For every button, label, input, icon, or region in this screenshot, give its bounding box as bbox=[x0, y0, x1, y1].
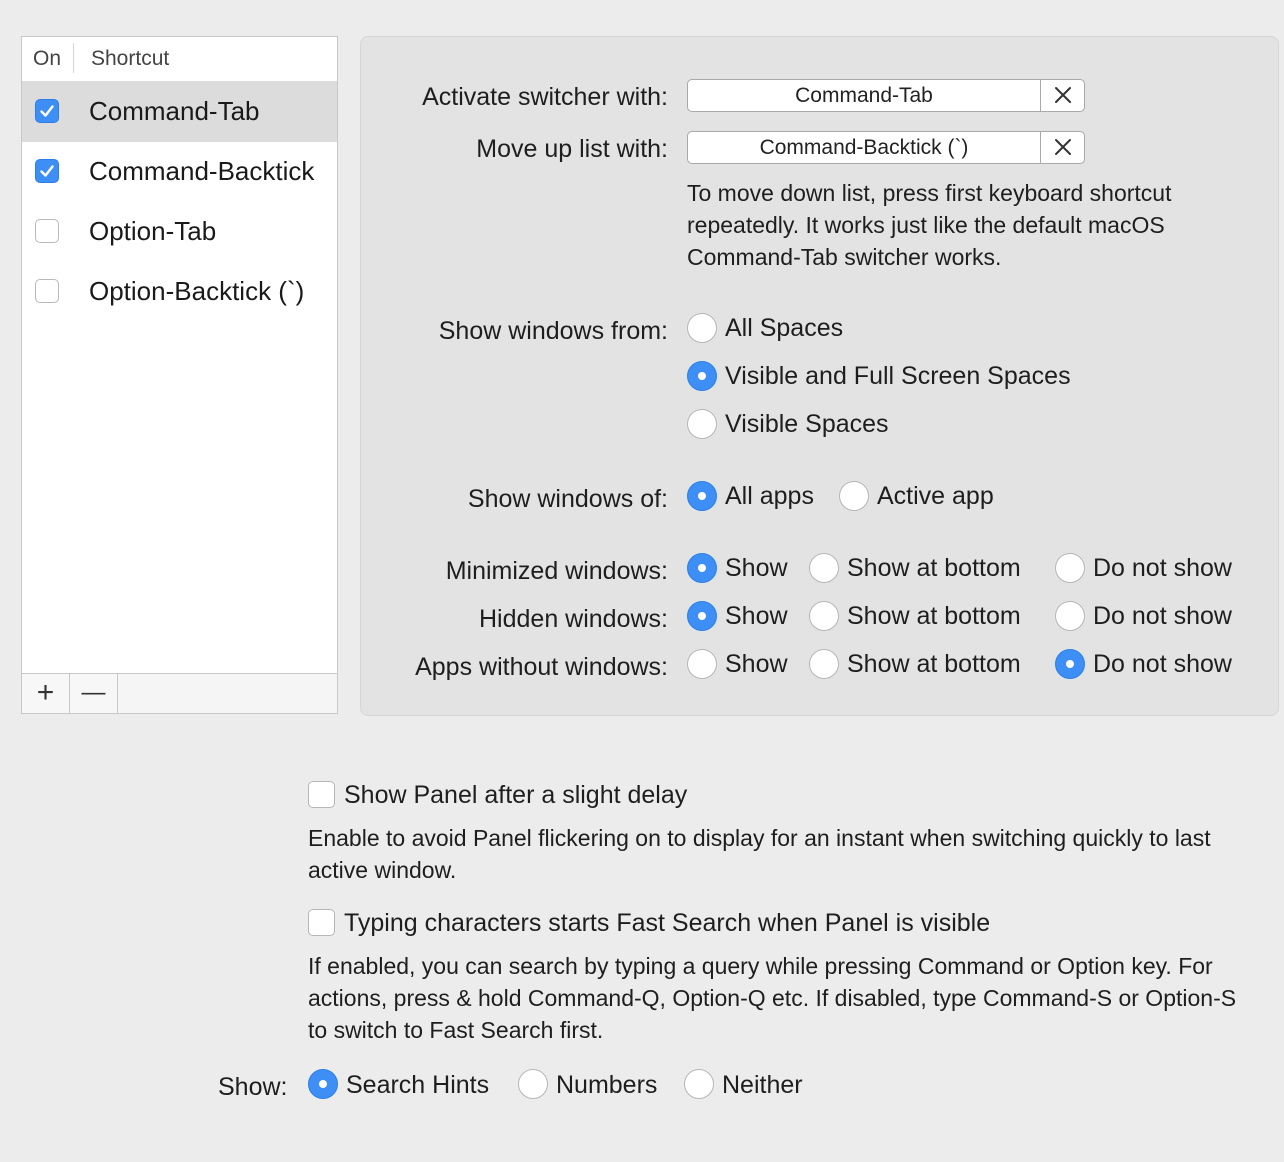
activate-switcher-label: Activate switcher with: bbox=[422, 83, 668, 111]
show-windows-from-label: Show windows from: bbox=[438, 317, 668, 345]
radio-active-app[interactable] bbox=[839, 481, 869, 511]
minimized-windows-label: Minimized windows: bbox=[445, 557, 668, 585]
fast-search-description: If enabled, you can search by typing a q… bbox=[308, 953, 1237, 1043]
option-label: Do not show bbox=[1093, 650, 1232, 678]
shortcut-label: Command-Backtick bbox=[89, 156, 315, 186]
shortcut-row-option-tab[interactable]: Option-Tab bbox=[22, 202, 337, 262]
show-panel-delay-label[interactable]: Show Panel after a slight delay bbox=[344, 781, 687, 810]
move-down-hint: To move down list, press first keyboard … bbox=[687, 180, 1172, 270]
shortcut-list[interactable]: On Shortcut Command-Tab Command-Backtick… bbox=[21, 36, 338, 714]
option-label: Show at bottom bbox=[847, 554, 1021, 582]
add-shortcut-button[interactable]: + bbox=[22, 674, 70, 713]
option-label: Visible Spaces bbox=[725, 410, 889, 438]
option-label: All apps bbox=[725, 482, 814, 510]
x-mark-icon bbox=[1055, 139, 1071, 155]
radio-all-apps[interactable] bbox=[687, 481, 717, 511]
shortcut-checkbox[interactable] bbox=[35, 159, 59, 183]
radio-apps-show-at-bottom[interactable] bbox=[809, 649, 839, 679]
radio-apps-do-not-show[interactable] bbox=[1055, 649, 1085, 679]
radio-apps-show[interactable] bbox=[687, 649, 717, 679]
field-separator bbox=[1040, 80, 1041, 111]
option-label: Active app bbox=[877, 482, 994, 510]
field-separator bbox=[1040, 132, 1041, 163]
activate-shortcut-value: Command-Tab bbox=[795, 84, 933, 107]
shortcut-row-command-backtick[interactable]: Command-Backtick bbox=[22, 142, 337, 202]
shortcut-row-option-backtick[interactable]: Option-Backtick (`) bbox=[22, 262, 337, 322]
option-label: Show bbox=[725, 650, 788, 678]
checkmark-icon bbox=[40, 165, 54, 177]
column-header-on[interactable]: On bbox=[33, 47, 61, 71]
move-up-list-label: Move up list with: bbox=[476, 135, 668, 163]
shortcut-label: Option-Tab bbox=[89, 216, 217, 246]
radio-minimized-do-not-show[interactable] bbox=[1055, 553, 1085, 583]
show-hints-label: Show: bbox=[218, 1073, 288, 1101]
radio-minimized-show-at-bottom[interactable] bbox=[809, 553, 839, 583]
radio-visible-spaces[interactable] bbox=[687, 409, 717, 439]
option-label: Show at bottom bbox=[847, 602, 1021, 630]
shortcut-label: Option-Backtick (`) bbox=[89, 276, 305, 306]
move-up-shortcut-value: Command-Backtick (`) bbox=[759, 136, 969, 159]
shortcut-checkbox[interactable] bbox=[35, 219, 59, 243]
option-label: Visible and Full Screen Spaces bbox=[725, 362, 1071, 390]
option-label: Show at bottom bbox=[847, 650, 1021, 678]
radio-hidden-show[interactable] bbox=[687, 601, 717, 631]
fast-search-label[interactable]: Typing characters starts Fast Search whe… bbox=[344, 909, 990, 938]
move-up-shortcut-field[interactable]: Command-Backtick (`) bbox=[687, 131, 1085, 164]
option-label: All Spaces bbox=[725, 314, 844, 342]
radio-neither[interactable] bbox=[684, 1069, 714, 1099]
radio-hidden-do-not-show[interactable] bbox=[1055, 601, 1085, 631]
hidden-windows-label: Hidden windows: bbox=[479, 605, 668, 633]
shortcut-settings-panel: Activate switcher with: Command-Tab Move… bbox=[360, 36, 1279, 716]
radio-visible-and-full-screen-spaces[interactable] bbox=[687, 361, 717, 391]
radio-minimized-show[interactable] bbox=[687, 553, 717, 583]
radio-search-hints[interactable] bbox=[308, 1069, 338, 1099]
column-header-shortcut[interactable]: Shortcut bbox=[91, 47, 169, 71]
list-header: On Shortcut bbox=[22, 37, 337, 82]
option-label: Show bbox=[725, 602, 788, 630]
x-mark-icon bbox=[1055, 87, 1071, 103]
radio-hidden-show-at-bottom[interactable] bbox=[809, 601, 839, 631]
shortcut-row-command-tab[interactable]: Command-Tab bbox=[22, 82, 337, 142]
shortcut-checkbox[interactable] bbox=[35, 279, 59, 303]
fast-search-checkbox[interactable] bbox=[308, 909, 335, 936]
option-label: Numbers bbox=[556, 1071, 658, 1099]
shortcut-checkbox[interactable] bbox=[35, 99, 59, 123]
option-label: Neither bbox=[722, 1071, 803, 1099]
list-footer: + — bbox=[22, 673, 337, 713]
radio-all-spaces[interactable] bbox=[687, 313, 717, 343]
option-label: Do not show bbox=[1093, 554, 1232, 582]
option-label: Show bbox=[725, 554, 788, 582]
show-panel-delay-description: Enable to avoid Panel flickering on to d… bbox=[308, 825, 1211, 883]
apps-without-windows-label: Apps without windows: bbox=[415, 653, 668, 681]
radio-numbers[interactable] bbox=[518, 1069, 548, 1099]
show-windows-of-label: Show windows of: bbox=[467, 485, 668, 513]
column-separator bbox=[73, 43, 74, 73]
show-panel-delay-checkbox[interactable] bbox=[308, 781, 335, 808]
clear-activate-shortcut-button[interactable] bbox=[1053, 85, 1073, 105]
option-label: Search Hints bbox=[346, 1071, 490, 1099]
option-label: Do not show bbox=[1093, 602, 1232, 630]
shortcut-label: Command-Tab bbox=[89, 96, 260, 126]
activate-shortcut-field[interactable]: Command-Tab bbox=[687, 79, 1085, 112]
checkmark-icon bbox=[40, 105, 54, 117]
remove-shortcut-button[interactable]: — bbox=[70, 674, 118, 713]
clear-move-up-shortcut-button[interactable] bbox=[1053, 137, 1073, 157]
